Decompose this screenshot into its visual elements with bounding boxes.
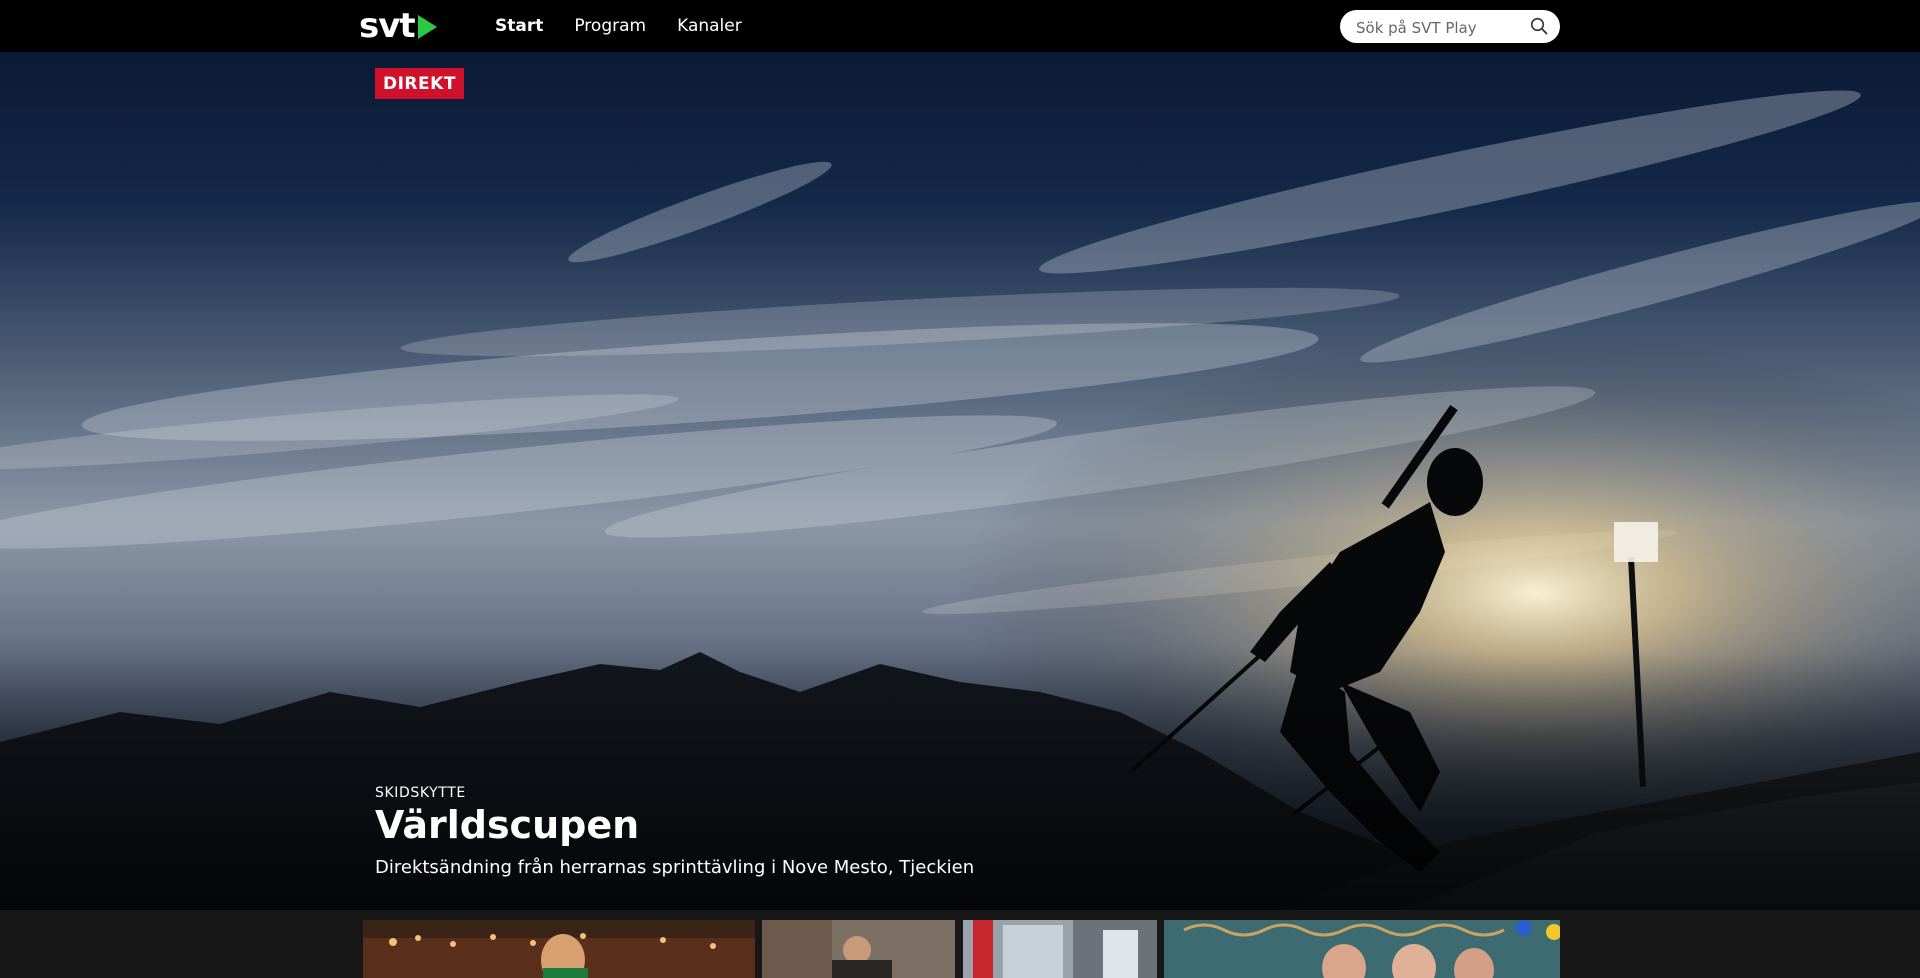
card-image (762, 920, 955, 978)
nav-kanaler[interactable]: Kanaler (677, 16, 742, 36)
card-image (363, 920, 755, 978)
program-card[interactable] (963, 920, 1157, 978)
search-box (1340, 10, 1560, 45)
program-card[interactable] (1164, 920, 1560, 978)
program-card[interactable] (762, 920, 955, 978)
hero-title[interactable]: Världscupen (375, 804, 974, 847)
nav-program[interactable]: Program (574, 16, 646, 36)
main-nav: Start Program Kanaler (495, 0, 742, 52)
logo-text: svt (359, 6, 416, 46)
play-icon (417, 15, 437, 39)
hero-category: SKIDSKYTTE (375, 785, 466, 801)
live-badge: DIREKT (375, 68, 464, 99)
top-navigation-bar: svt Start Program Kanaler (0, 0, 1920, 52)
program-card[interactable] (363, 920, 755, 978)
content-carousel (0, 910, 1920, 978)
card-image (1164, 920, 1560, 978)
search-icon[interactable] (1530, 17, 1548, 35)
hero-banner[interactable]: DIREKT SKIDSKYTTE Världscupen Direktsänd… (0, 52, 1920, 910)
hero-info: SKIDSKYTTE Världscupen Direktsändning fr… (375, 785, 974, 878)
svt-play-logo[interactable]: svt (359, 6, 437, 46)
hero-image (0, 52, 1920, 910)
hero-description: Direktsändning från herrarnas sprinttävl… (375, 856, 975, 878)
search-input[interactable] (1354, 10, 1528, 45)
nav-start[interactable]: Start (495, 16, 543, 36)
card-image (963, 920, 1157, 978)
